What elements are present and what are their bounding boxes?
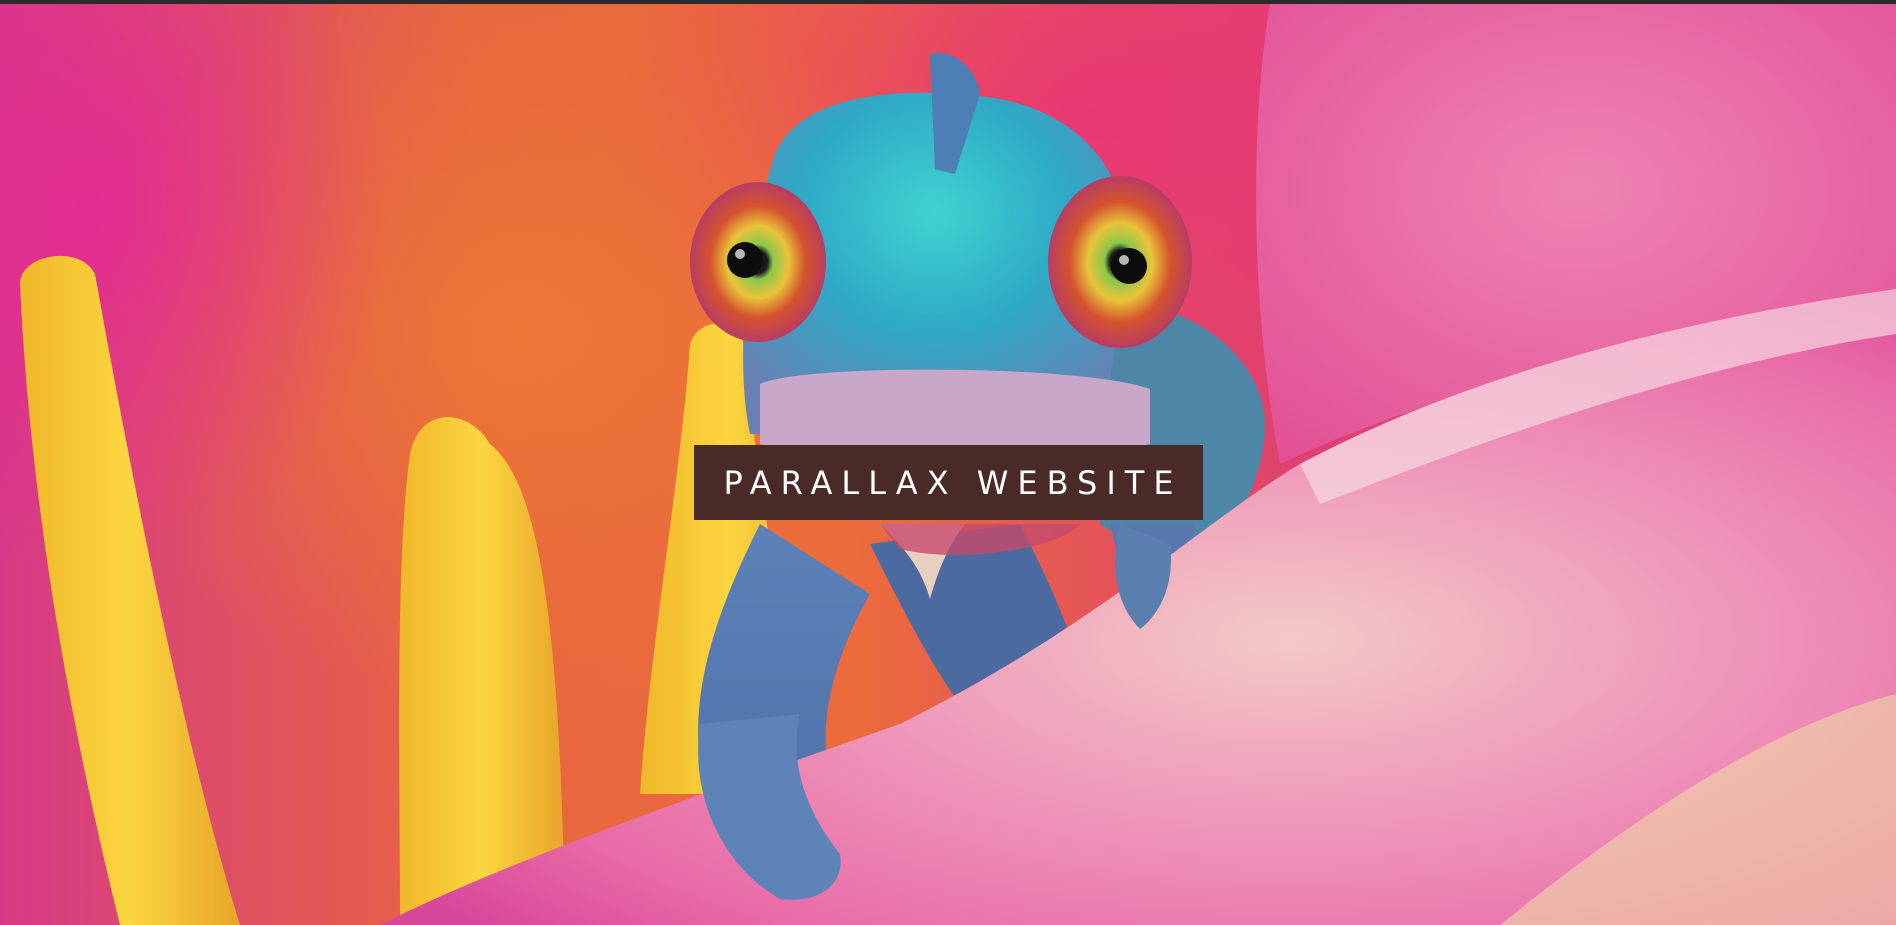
hero-section: PARALLAX WEBSITE <box>0 4 1896 925</box>
site-title-box: PARALLAX WEBSITE <box>694 445 1203 520</box>
site-title: PARALLAX WEBSITE <box>723 463 1183 502</box>
